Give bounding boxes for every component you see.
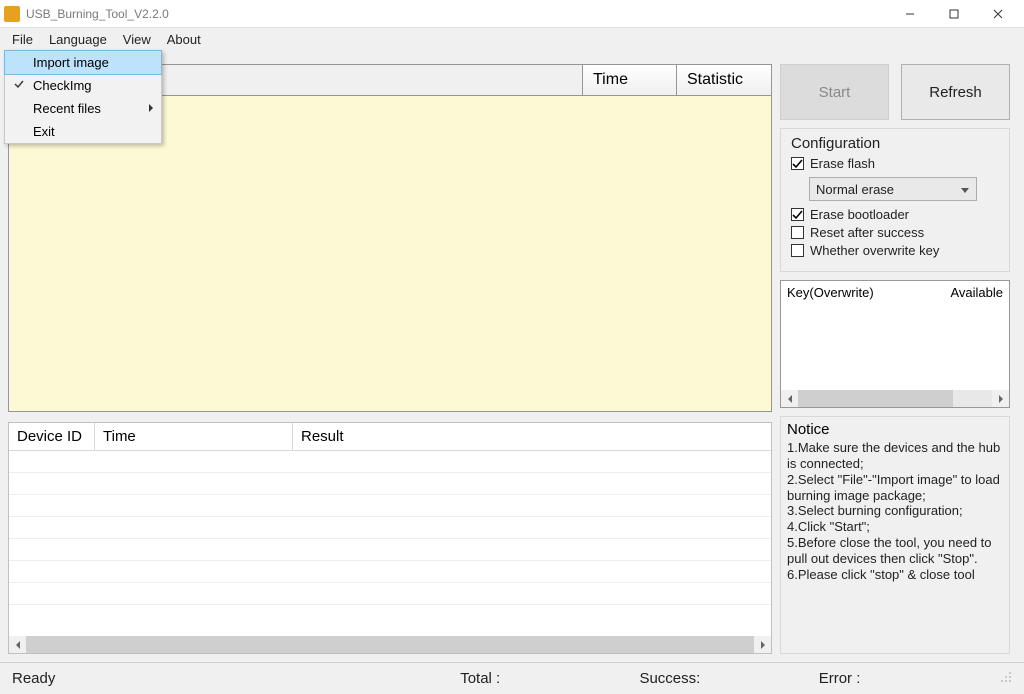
title-bar: USB_Burning_Tool_V2.2.0 xyxy=(0,0,1024,28)
device-grid-header: Device ID Time Result xyxy=(9,423,771,451)
key-table: Key(Overwrite) Available xyxy=(780,280,1010,408)
table-row xyxy=(9,583,771,605)
minimize-button[interactable] xyxy=(888,0,932,28)
chevron-down-icon xyxy=(960,182,970,197)
table-row xyxy=(9,473,771,495)
notice-line: 6.Please click "stop" & close tool xyxy=(787,567,1003,583)
resize-grip-icon[interactable] xyxy=(998,671,1012,686)
menu-item-label: Import image xyxy=(33,55,109,70)
file-menu-checkimg[interactable]: CheckImg xyxy=(5,74,161,97)
menu-item-label: Exit xyxy=(33,124,55,139)
table-row xyxy=(9,561,771,583)
check-icon xyxy=(13,78,25,93)
menu-view[interactable]: View xyxy=(115,30,159,49)
file-menu-import-image[interactable]: Import image xyxy=(4,50,162,75)
erase-mode-combobox[interactable]: Normal erase xyxy=(809,177,977,201)
table-row xyxy=(9,451,771,473)
checkbox-label: Erase bootloader xyxy=(810,207,909,222)
menu-language[interactable]: Language xyxy=(41,30,115,49)
scroll-right-icon[interactable] xyxy=(754,636,771,653)
horizontal-scrollbar[interactable] xyxy=(9,636,771,653)
window-title: USB_Burning_Tool_V2.2.0 xyxy=(26,7,888,21)
status-total: Total : xyxy=(460,670,639,687)
configuration-title: Configuration xyxy=(791,135,999,152)
notice-body: 1.Make sure the devices and the hub is c… xyxy=(787,440,1003,583)
key-table-header: Key(Overwrite) Available xyxy=(781,281,1009,304)
right-pane: Start Refresh Configuration Erase flash … xyxy=(780,64,1010,654)
file-menu-recent-files[interactable]: Recent files xyxy=(5,97,161,120)
notice-line: 4.Click "Start"; xyxy=(787,519,1003,535)
key-header-available: Available xyxy=(950,285,1003,300)
app-icon xyxy=(4,6,20,22)
checkbox-label: Whether overwrite key xyxy=(810,243,939,258)
combobox-value: Normal erase xyxy=(816,182,894,197)
erase-bootloader-checkbox[interactable]: Erase bootloader xyxy=(791,207,999,222)
scroll-left-icon[interactable] xyxy=(9,636,26,653)
key-header-overwrite: Key(Overwrite) xyxy=(787,285,950,300)
checkbox-icon xyxy=(791,226,804,239)
device-grid-header-result: Result xyxy=(293,423,771,450)
close-button[interactable] xyxy=(976,0,1020,28)
notice-line: 1.Make sure the devices and the hub is c… xyxy=(787,440,1003,472)
menu-about[interactable]: About xyxy=(159,30,209,49)
progress-grid-header-statistic: Statistic xyxy=(677,65,771,95)
device-grid-rows xyxy=(9,451,771,636)
key-horizontal-scrollbar[interactable] xyxy=(781,390,1009,407)
checkbox-icon xyxy=(791,208,804,221)
maximize-button[interactable] xyxy=(932,0,976,28)
menu-item-label: CheckImg xyxy=(33,78,92,93)
menu-item-label: Recent files xyxy=(33,101,101,116)
checkbox-label: Reset after success xyxy=(810,225,924,240)
progress-grid-header-time: Time xyxy=(583,65,677,95)
status-error: Error : xyxy=(819,670,998,687)
notice-title: Notice xyxy=(787,421,1003,438)
reset-after-success-checkbox[interactable]: Reset after success xyxy=(791,225,999,240)
table-row xyxy=(9,495,771,517)
checkbox-icon xyxy=(791,157,804,170)
file-menu-exit[interactable]: Exit xyxy=(5,120,161,143)
overwrite-key-checkbox[interactable]: Whether overwrite key xyxy=(791,243,999,258)
checkbox-label: Erase flash xyxy=(810,156,875,171)
notice-line: 3.Select burning configuration; xyxy=(787,503,1003,519)
table-row xyxy=(9,517,771,539)
device-grid-header-time: Time xyxy=(95,423,293,450)
status-ready: Ready xyxy=(12,670,460,687)
left-pane: Time Statistic Device ID Time Result xyxy=(8,64,772,654)
key-table-rows xyxy=(781,304,1009,390)
file-menu-dropdown: Import image CheckImg Recent files Exit xyxy=(4,50,162,144)
erase-flash-checkbox[interactable]: Erase flash xyxy=(791,156,999,171)
menu-bar: File Language View About xyxy=(0,28,1024,50)
status-bar: Ready Total : Success: Error : xyxy=(0,662,1024,694)
status-success: Success: xyxy=(639,670,818,687)
scroll-track[interactable] xyxy=(26,636,754,653)
notice-line: 2.Select "File"-"Import image" to load b… xyxy=(787,472,1003,504)
scroll-track[interactable] xyxy=(798,390,992,407)
menu-file[interactable]: File xyxy=(4,30,41,49)
table-row xyxy=(9,539,771,561)
notice-panel: Notice 1.Make sure the devices and the h… xyxy=(780,416,1010,654)
start-button[interactable]: Start xyxy=(780,64,889,120)
device-grid-header-id: Device ID xyxy=(9,423,95,450)
scroll-left-icon[interactable] xyxy=(781,390,798,407)
refresh-button[interactable]: Refresh xyxy=(901,64,1010,120)
submenu-arrow-icon xyxy=(147,101,155,116)
scroll-right-icon[interactable] xyxy=(992,390,1009,407)
action-buttons: Start Refresh xyxy=(780,64,1010,120)
scroll-thumb[interactable] xyxy=(798,390,953,407)
device-grid: Device ID Time Result xyxy=(8,422,772,654)
scroll-thumb[interactable] xyxy=(26,636,754,653)
notice-line: 5.Before close the tool, you need to pul… xyxy=(787,535,1003,567)
configuration-panel: Configuration Erase flash Normal erase E… xyxy=(780,128,1010,272)
checkbox-icon xyxy=(791,244,804,257)
